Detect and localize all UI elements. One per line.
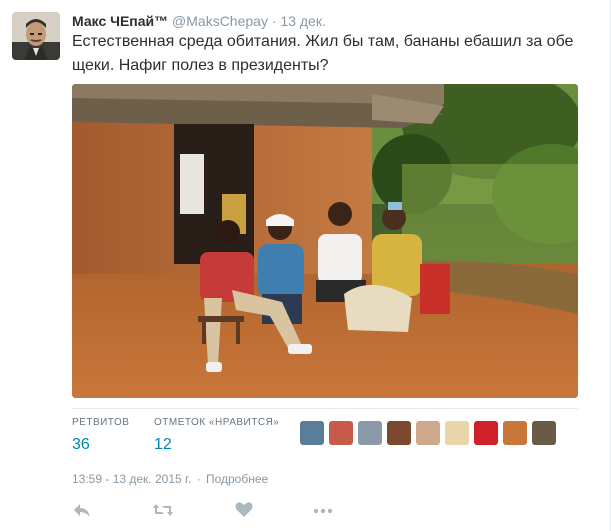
tweet-actions xyxy=(72,500,372,522)
reply-icon[interactable] xyxy=(72,500,94,522)
liker-avatar[interactable] xyxy=(445,421,469,445)
details-link[interactable]: Подробнее xyxy=(206,472,268,486)
liker-avatar[interactable] xyxy=(416,421,440,445)
tweet-timestamp[interactable]: 13:59 - 13 дек. 2015 г. xyxy=(72,472,191,486)
likes-count: 12 xyxy=(154,436,172,453)
tweet-meta: 13:59 - 13 дек. 2015 г. · Подробнее xyxy=(72,472,268,486)
liker-avatar[interactable] xyxy=(387,421,411,445)
tweet-date[interactable]: 13 дек. xyxy=(280,13,325,29)
likes-stat[interactable]: ОТМЕТОК «НРАВИТСЯ» 12 xyxy=(154,417,279,455)
tweet-text-line: Естественная среда обитания. Жил бы там,… xyxy=(72,33,574,50)
tweet-photo[interactable] xyxy=(72,84,578,398)
tweet-text-line: щеки. Нафиг полез в президенты? xyxy=(72,57,329,74)
retweets-stat[interactable]: РЕТВИТОВ 36 xyxy=(72,417,129,455)
author-username[interactable]: @MaksChepay xyxy=(172,13,268,29)
heart-icon[interactable] xyxy=(234,500,256,522)
liker-avatar[interactable] xyxy=(503,421,527,445)
avatar-image xyxy=(12,12,60,60)
retweets-label: РЕТВИТОВ xyxy=(72,417,130,428)
tweet-stats: РЕТВИТОВ 36 ОТМЕТОК «НРАВИТСЯ» 12 xyxy=(72,408,578,467)
tweet-header: Макс ЧЕпай™ @MaksChepay · 13 дек. xyxy=(72,12,326,30)
tweet: Макс ЧЕпай™ @MaksChepay · 13 дек. Естест… xyxy=(0,0,611,531)
retweets-count: 36 xyxy=(72,436,90,453)
likes-label: ОТМЕТОК «НРАВИТСЯ» xyxy=(154,417,280,428)
liker-avatar[interactable] xyxy=(329,421,353,445)
more-icon[interactable] xyxy=(312,500,334,522)
avatar[interactable] xyxy=(12,12,60,60)
liker-avatar[interactable] xyxy=(358,421,382,445)
author-fullname[interactable]: Макс ЧЕпай™ xyxy=(72,13,168,29)
liker-avatar[interactable] xyxy=(532,421,556,445)
liker-avatar[interactable] xyxy=(300,421,324,445)
meta-separator: · xyxy=(196,472,201,486)
photo-image xyxy=(72,84,578,398)
tweet-text: Естественная среда обитания. Жил бы там,… xyxy=(72,30,582,78)
header-separator: · xyxy=(271,13,277,29)
retweet-icon[interactable] xyxy=(152,500,174,522)
liker-avatar[interactable] xyxy=(474,421,498,445)
